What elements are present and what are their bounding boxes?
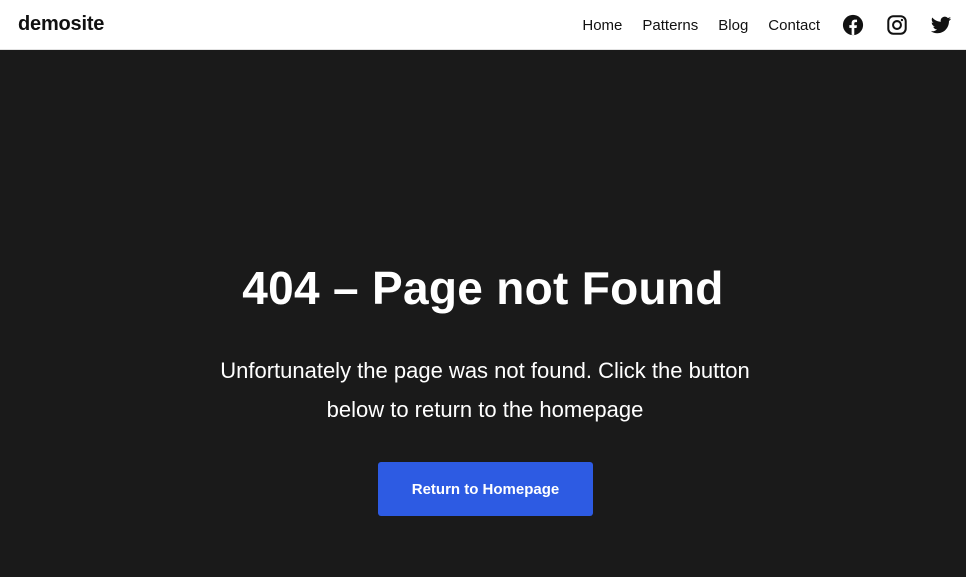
primary-navigation: Home Patterns Blog Contact — [582, 0, 952, 50]
nav-link-home[interactable]: Home — [582, 18, 622, 33]
nav-link-contact[interactable]: Contact — [768, 18, 820, 33]
message-line-2: below to return to the homepage — [326, 397, 644, 422]
nav-link-patterns[interactable]: Patterns — [642, 18, 698, 33]
social-links — [842, 14, 952, 36]
not-found-message: Unfortunately the page was not found. Cl… — [170, 351, 800, 429]
twitter-icon — [930, 16, 952, 34]
message-line-1: Unfortunately the page was not found. Cl… — [220, 358, 750, 383]
return-to-homepage-button[interactable]: Return to Homepage — [378, 462, 593, 516]
instagram-link[interactable] — [886, 14, 908, 36]
page-title: 404 – Page not Found — [242, 262, 724, 314]
facebook-link[interactable] — [842, 14, 864, 36]
instagram-icon — [887, 15, 907, 35]
nav-link-blog[interactable]: Blog — [718, 18, 748, 33]
not-found-hero: 404 – Page not Found Unfortunately the p… — [0, 50, 966, 577]
twitter-link[interactable] — [930, 14, 952, 36]
site-brand-link[interactable]: demosite — [18, 13, 104, 36]
facebook-icon — [842, 14, 864, 36]
site-header: demosite Home Patterns Blog Contact — [0, 0, 966, 50]
